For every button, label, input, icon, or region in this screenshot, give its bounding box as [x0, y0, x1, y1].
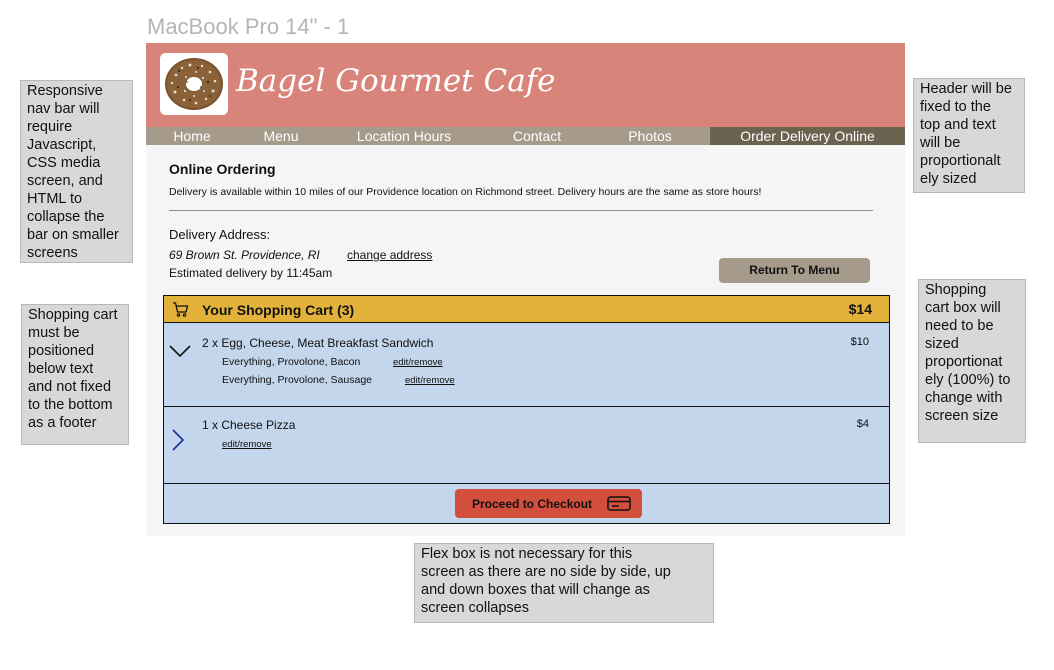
chevron-right-icon[interactable]	[171, 428, 185, 452]
note-header-fixed: Header will be fixed to the top and text…	[913, 78, 1025, 193]
cart-header: Your Shopping Cart (3) $14	[164, 296, 889, 323]
site-header: Bagel Gourmet Cafe	[146, 43, 905, 127]
ordering-intro: Online Ordering Delivery is available wi…	[169, 161, 874, 211]
item-option: Everything, Provolone, Sausage	[222, 374, 373, 386]
item-option: Everything, Provolone, Bacon	[222, 356, 361, 368]
delivery-address-label: Delivery Address:	[169, 227, 271, 242]
brand-name: Bagel Gourmet Cafe	[236, 63, 556, 99]
note-cart-size: Shopping cart box will need to be sized …	[918, 279, 1026, 443]
delivery-address-value: 69 Brown St. Providence, RI	[169, 248, 320, 262]
nav-bar: Home Menu Location Hours Contact Photos …	[146, 127, 905, 145]
shopping-cart-icon	[173, 302, 189, 317]
nav-contact[interactable]: Contact	[484, 127, 590, 145]
nav-menu[interactable]: Menu	[238, 127, 324, 145]
nav-location-hours[interactable]: Location Hours	[324, 127, 484, 145]
cart-item-line: 2 x Egg, Cheese, Meat Breakfast Sandwich	[202, 336, 434, 350]
cart-item-price: $4	[856, 418, 869, 430]
proceed-to-checkout-button[interactable]: Proceed to Checkout	[455, 489, 642, 518]
return-to-menu-button[interactable]: Return To Menu	[719, 258, 870, 283]
edit-remove-link[interactable]: edit/remove	[405, 375, 455, 386]
divider	[169, 210, 873, 211]
change-address-link[interactable]: change address	[347, 248, 432, 262]
cart-item: 2 x Egg, Cheese, Meat Breakfast Sandwich…	[164, 324, 889, 407]
note-cart-position: Shopping cart must be positioned below t…	[21, 304, 129, 445]
cart-item-line: 1 x Cheese Pizza	[202, 418, 296, 432]
chevron-down-icon[interactable]	[168, 344, 192, 358]
frame-title: MacBook Pro 14" - 1	[147, 14, 350, 39]
note-flexbox: Flex box is not necessary for this scree…	[414, 543, 714, 623]
checkout-label: Proceed to Checkout	[472, 497, 593, 511]
cart-item-price: $10	[850, 336, 869, 348]
nav-order-delivery-online[interactable]: Order Delivery Online	[710, 127, 905, 145]
bagel-logo-icon	[160, 53, 228, 115]
estimated-delivery: Estimated delivery by 11:45am	[169, 266, 333, 280]
delivery-note: Delivery is available within 10 miles of…	[169, 186, 762, 198]
cart-item: 1 x Cheese Pizza $4 edit/remove	[164, 408, 889, 484]
nav-home[interactable]: Home	[146, 127, 238, 145]
note-responsive-nav: Responsive nav bar will require Javascri…	[20, 80, 133, 263]
edit-remove-link[interactable]: edit/remove	[393, 357, 443, 368]
cart-total: $14	[848, 301, 872, 317]
credit-card-icon	[607, 496, 631, 511]
macbook-frame: Bagel Gourmet Cafe Home Menu Location Ho…	[146, 43, 905, 536]
cart-title: Your Shopping Cart (3)	[202, 302, 355, 318]
nav-photos[interactable]: Photos	[590, 127, 710, 145]
shopping-cart: Your Shopping Cart (3) $14 2 x Egg, Chee…	[163, 295, 890, 524]
section-title: Online Ordering	[169, 161, 276, 177]
edit-remove-link[interactable]: edit/remove	[222, 439, 272, 450]
